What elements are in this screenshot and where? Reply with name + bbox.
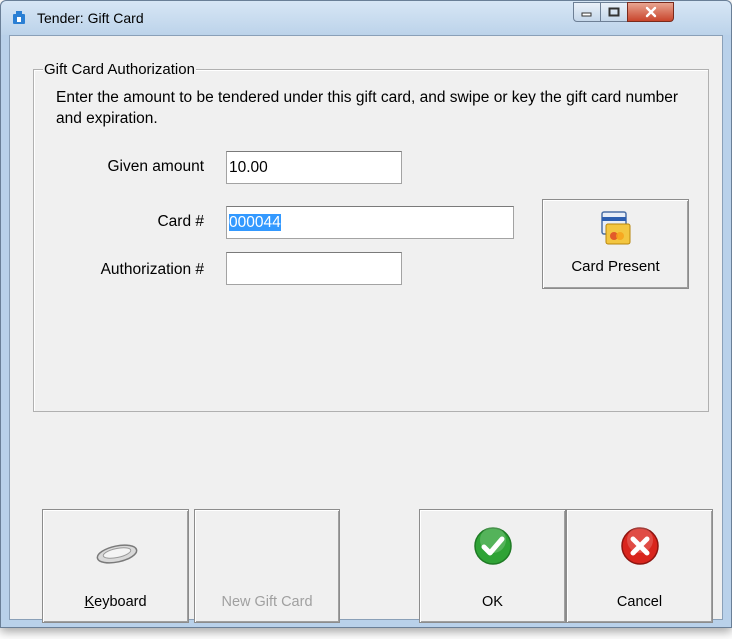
card-number-label: Card # [157, 213, 204, 230]
authorization-number-label: Authorization # [100, 261, 204, 278]
card-number-value: 000044 [229, 214, 281, 231]
ok-label: OK [482, 594, 503, 610]
close-icon [645, 6, 656, 18]
keyboard-icon [96, 544, 138, 564]
checkmark-icon [474, 527, 512, 565]
window-title: Tender: Gift Card [37, 10, 144, 26]
given-amount-field[interactable]: 10.00 [226, 151, 402, 184]
ok-button[interactable]: OK [419, 509, 566, 623]
authorization-number-field[interactable] [226, 252, 402, 285]
dialog-client-area: Gift Card Authorization Enter the amount… [9, 35, 723, 623]
keyboard-button[interactable]: Keyboard [42, 509, 189, 623]
close-button[interactable] [627, 2, 674, 22]
maximize-button[interactable] [600, 2, 628, 22]
given-amount-label: Given amount [107, 158, 205, 175]
maximize-icon [608, 7, 620, 17]
dialog-window: Tender: Gift Card Gift Card Authorizatio… [0, 0, 732, 628]
credit-card-icon [601, 211, 631, 245]
new-gift-card-label: New Gift Card [221, 594, 313, 610]
keyboard-label: Keyboard [84, 594, 147, 610]
minimize-icon [581, 12, 592, 17]
minimize-button[interactable] [573, 2, 601, 22]
new-gift-card-button[interactable]: New Gift Card [194, 509, 340, 623]
app-icon [13, 11, 25, 24]
card-number-field[interactable]: 000044 [226, 206, 514, 239]
title-bar[interactable]: Tender: Gift Card [1, 1, 731, 35]
cancel-x-icon [621, 527, 659, 565]
cancel-label: Cancel [616, 594, 663, 610]
instructions-text: Enter the amount to be tendered under th… [56, 89, 679, 127]
cancel-button[interactable]: Cancel [566, 509, 713, 623]
given-amount-value: 10.00 [229, 159, 268, 176]
card-present-label: Card Present [571, 258, 660, 275]
group-title: Gift Card Authorization [43, 61, 196, 78]
card-present-button[interactable]: Card Present [542, 199, 689, 289]
